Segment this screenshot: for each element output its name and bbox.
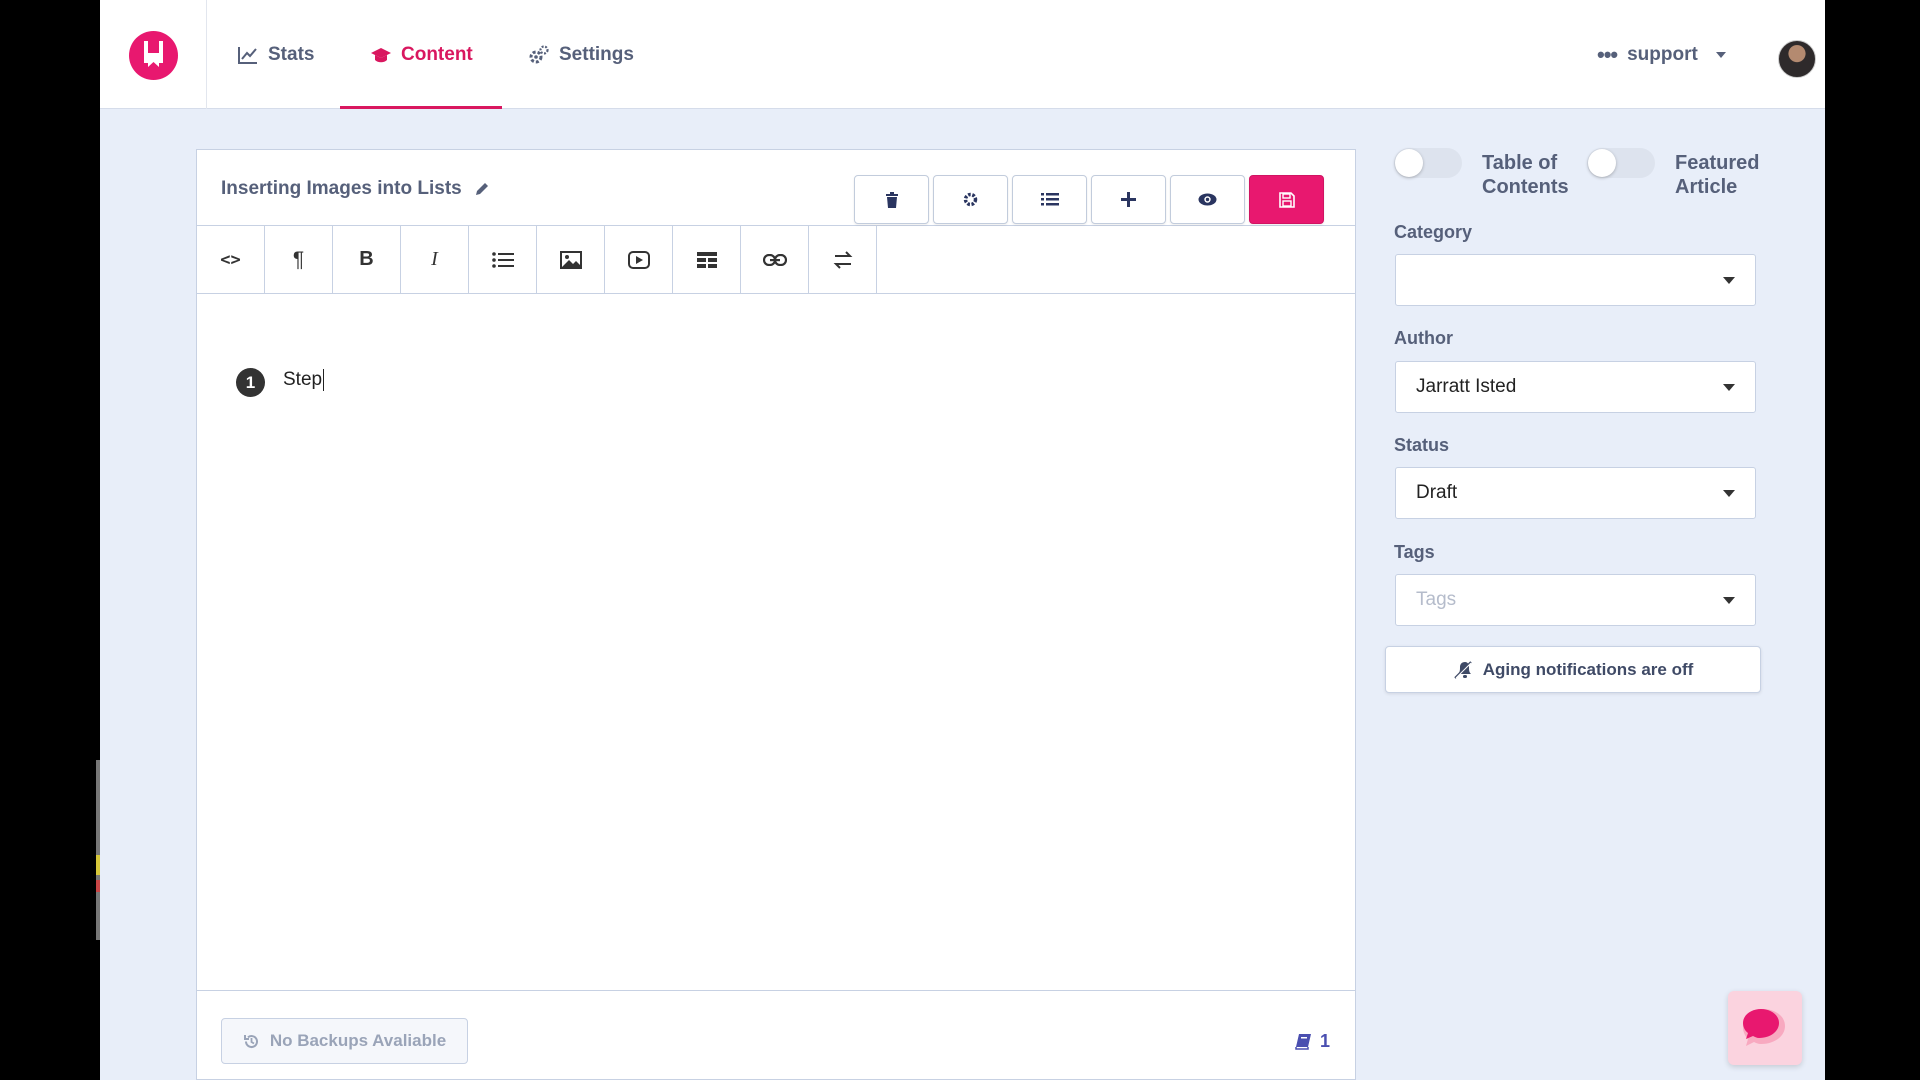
add-button[interactable] — [1091, 175, 1166, 224]
insert-image-button[interactable] — [537, 226, 605, 293]
aging-notifications-button[interactable]: Aging notifications are off — [1385, 646, 1761, 693]
bold-icon: B — [359, 248, 374, 270]
logo-cell — [100, 0, 207, 109]
word-count: 1 — [1295, 1031, 1330, 1052]
aging-notifications-label: Aging notifications are off — [1482, 659, 1694, 679]
top-navigation: Stats Content Settings ••• support — [100, 0, 1825, 109]
editor-header: Inserting Images into Lists — [197, 150, 1355, 226]
preview-button[interactable] — [1170, 175, 1245, 224]
paragraph-icon: ¶ — [292, 247, 305, 271]
tab-settings[interactable]: Settings — [528, 0, 634, 109]
paragraph-button[interactable]: ¶ — [265, 226, 333, 293]
avatar[interactable] — [1778, 40, 1816, 78]
tab-stats-label: Stats — [268, 43, 315, 65]
cms-app: Stats Content Settings ••• support Inser… — [100, 0, 1825, 1080]
ellipsis-icon: ••• — [1597, 41, 1618, 67]
eye-icon — [1198, 193, 1217, 206]
brand-logo-icon[interactable] — [129, 31, 178, 80]
insert-link-button[interactable] — [741, 226, 809, 293]
tab-content[interactable]: Content — [340, 0, 502, 109]
caret-down-icon — [1723, 597, 1735, 604]
insert-video-button[interactable] — [605, 226, 673, 293]
article-title-text: Inserting Images into Lists — [221, 178, 462, 199]
backups-button[interactable]: No Backups Avaliable — [221, 1018, 468, 1064]
plus-icon — [1121, 192, 1136, 207]
user-menu-label: support — [1627, 43, 1698, 65]
history-icon — [243, 1034, 258, 1048]
status-select[interactable]: Draft — [1395, 467, 1756, 519]
tab-content-label: Content — [401, 43, 473, 65]
status-value: Draft — [1416, 482, 1458, 503]
caret-down-icon — [1723, 490, 1735, 497]
trash-icon — [885, 191, 898, 208]
link-icon — [762, 253, 787, 266]
list-item[interactable]: 1 Step — [236, 362, 325, 397]
italic-icon: I — [431, 248, 438, 270]
toc-toggle-group: Table of Contents — [1394, 148, 1582, 199]
graduation-cap-icon — [371, 47, 391, 62]
category-select[interactable] — [1395, 254, 1756, 306]
step-number-badge: 1 — [236, 368, 265, 397]
author-value: Jarratt Isted — [1416, 376, 1517, 397]
swap-button[interactable] — [809, 226, 877, 293]
chat-launcher-button[interactable] — [1728, 991, 1802, 1065]
formatting-toolbar: <> ¶ B I — [197, 226, 1355, 294]
tags-placeholder: Tags — [1416, 589, 1457, 610]
swap-icon — [833, 250, 852, 269]
pencil-icon[interactable] — [474, 181, 490, 197]
toc-toggle[interactable] — [1394, 148, 1462, 178]
tags-select[interactable]: Tags — [1395, 574, 1756, 626]
list-icon — [1040, 193, 1059, 206]
bold-button[interactable]: B — [333, 226, 401, 293]
step-text[interactable]: Step — [283, 368, 325, 391]
backups-label: No Backups Avaliable — [269, 1031, 447, 1050]
bell-slash-icon — [1453, 660, 1472, 679]
image-icon — [559, 250, 582, 269]
caret-down-icon — [1715, 51, 1726, 58]
caret-down-icon — [1723, 277, 1735, 284]
caret-down-icon — [1723, 384, 1735, 391]
tab-stats[interactable]: Stats — [237, 0, 314, 109]
status-label: Status — [1394, 435, 1450, 455]
word-count-value: 1 — [1319, 1031, 1330, 1051]
save-button[interactable] — [1249, 175, 1324, 224]
article-editor: Inserting Images into Lists <> ¶ B I 1 S… — [196, 149, 1356, 1080]
video-icon — [627, 250, 650, 269]
cogs-icon — [529, 44, 549, 63]
outline-button[interactable] — [1012, 175, 1087, 224]
italic-button[interactable]: I — [401, 226, 469, 293]
bullet-list-button[interactable] — [469, 226, 537, 293]
table-icon — [696, 251, 717, 268]
cog-icon — [963, 192, 978, 207]
tab-settings-label: Settings — [559, 43, 634, 65]
editor-content[interactable]: 1 Step — [197, 294, 1355, 991]
article-settings-button[interactable] — [933, 175, 1008, 224]
author-select[interactable]: Jarratt Isted — [1395, 361, 1756, 413]
category-label: Category — [1394, 222, 1473, 242]
save-icon — [1278, 191, 1295, 208]
toc-toggle-label: Table of Contents — [1482, 152, 1569, 198]
bullet-list-icon — [491, 251, 514, 268]
article-title[interactable]: Inserting Images into Lists — [221, 178, 490, 200]
author-label: Author — [1394, 328, 1453, 348]
tags-label: Tags — [1394, 542, 1435, 562]
book-icon — [1295, 1034, 1311, 1050]
featured-toggle-label: Featured Article — [1675, 152, 1760, 198]
user-menu[interactable]: ••• support — [1597, 0, 1726, 109]
editor-actions — [854, 175, 1324, 224]
chat-bubbles-icon — [1743, 1009, 1785, 1046]
delete-button[interactable] — [854, 175, 929, 224]
chart-line-icon — [238, 46, 257, 64]
featured-toggle[interactable] — [1587, 148, 1655, 178]
code-view-button[interactable]: <> — [197, 226, 265, 293]
code-icon: <> — [220, 249, 241, 270]
featured-toggle-group: Featured Article — [1587, 148, 1775, 199]
insert-table-button[interactable] — [673, 226, 741, 293]
